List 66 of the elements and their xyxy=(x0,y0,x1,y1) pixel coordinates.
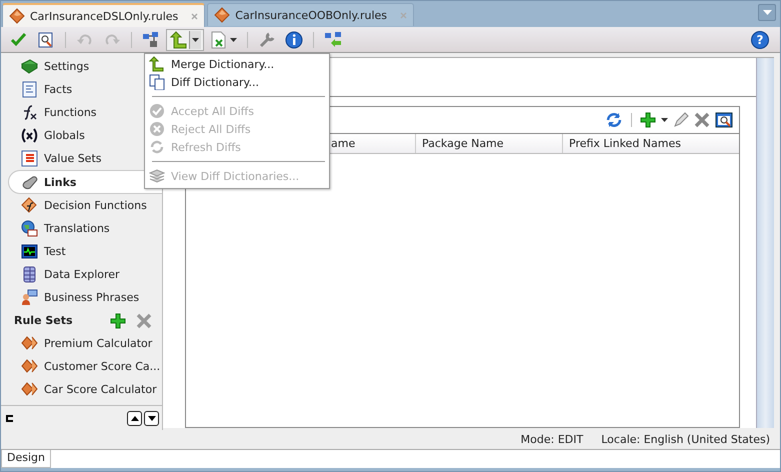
spreadsheet-icon xyxy=(210,30,228,48)
mode-text: Mode: EDIT xyxy=(520,433,584,446)
merge-arrow-icon xyxy=(169,30,187,48)
add-icon[interactable] xyxy=(640,112,656,128)
document-tab[interactable]: CarInsuranceDSLOnly.rules xyxy=(2,3,206,27)
merge-arrow-icon xyxy=(149,56,165,72)
scroll-up-button[interactable] xyxy=(127,410,142,426)
person-speech-icon xyxy=(21,289,38,306)
up-triangle-icon xyxy=(130,416,138,420)
check-icon xyxy=(10,30,28,48)
function-icon xyxy=(21,104,38,121)
document-tab[interactable]: CarInsuranceOOBOnly.rules xyxy=(207,3,414,26)
caret-icon xyxy=(230,38,237,42)
stack-icon xyxy=(149,168,165,184)
network-icon xyxy=(142,30,160,48)
pages-icon xyxy=(149,74,165,90)
down-triangle-icon xyxy=(148,416,156,420)
diamond-icon xyxy=(214,7,230,23)
column-header[interactable]: Package Name xyxy=(416,134,563,153)
section-title: Rule Sets xyxy=(14,314,73,327)
sidebar-item[interactable]: Business Phrases xyxy=(1,286,162,309)
merge-arrow-button[interactable] xyxy=(166,28,204,50)
wrench-icon xyxy=(258,30,276,48)
diamonds-icon xyxy=(21,381,38,398)
editor-tab[interactable]: Design xyxy=(1,450,51,468)
info-icon xyxy=(285,30,303,48)
caret-icon[interactable] xyxy=(661,118,668,122)
document-search-icon xyxy=(37,30,55,48)
cross-circle-icon xyxy=(149,121,165,137)
check-circle-icon xyxy=(149,103,165,119)
refresh-icon[interactable] xyxy=(605,111,623,129)
diamond-icon xyxy=(9,8,25,24)
variable-icon xyxy=(21,127,38,144)
sidebar-item[interactable]: Test xyxy=(1,240,162,263)
rule-set-item[interactable]: Premium Calculator xyxy=(1,332,162,355)
function-diamond-icon xyxy=(21,197,38,214)
window-search-icon[interactable] xyxy=(715,111,733,129)
sidebar-item[interactable]: Decision Functions xyxy=(1,194,162,217)
add-icon[interactable] xyxy=(110,312,126,328)
column-header[interactable]: Prefix Linked Names xyxy=(563,134,739,153)
monitor-icon xyxy=(21,243,38,260)
diamonds-icon xyxy=(21,358,38,375)
rule-set-item[interactable]: Customer Score Ca... xyxy=(1,355,162,378)
database-icon xyxy=(21,266,38,283)
locale-text: Locale: English (United States) xyxy=(601,433,770,446)
scrollbar[interactable] xyxy=(756,58,774,428)
pencil-icon[interactable] xyxy=(673,112,689,128)
collapse-icon[interactable] xyxy=(6,414,13,422)
rule-set-item[interactable]: Car Score Calculator xyxy=(1,378,162,401)
close-icon[interactable] xyxy=(191,12,198,20)
refresh-icon xyxy=(149,139,165,155)
list-icon xyxy=(21,150,38,167)
sidebar-item[interactable]: Translations xyxy=(1,217,162,240)
sidebar-item[interactable]: Data Explorer xyxy=(1,263,162,286)
diamonds-icon xyxy=(21,335,38,352)
delete-icon[interactable] xyxy=(694,112,710,128)
caret-icon xyxy=(189,30,201,48)
document-icon xyxy=(21,81,38,98)
caret-icon xyxy=(762,10,772,15)
tab-list-button[interactable] xyxy=(758,4,776,21)
network-arrow-icon xyxy=(324,30,342,48)
sidebar-item[interactable]: Links xyxy=(8,170,162,194)
delete-icon[interactable] xyxy=(136,312,152,328)
scroll-down-button[interactable] xyxy=(144,410,159,426)
help-button[interactable]: ? xyxy=(751,30,769,48)
globe-book-icon xyxy=(21,220,38,237)
